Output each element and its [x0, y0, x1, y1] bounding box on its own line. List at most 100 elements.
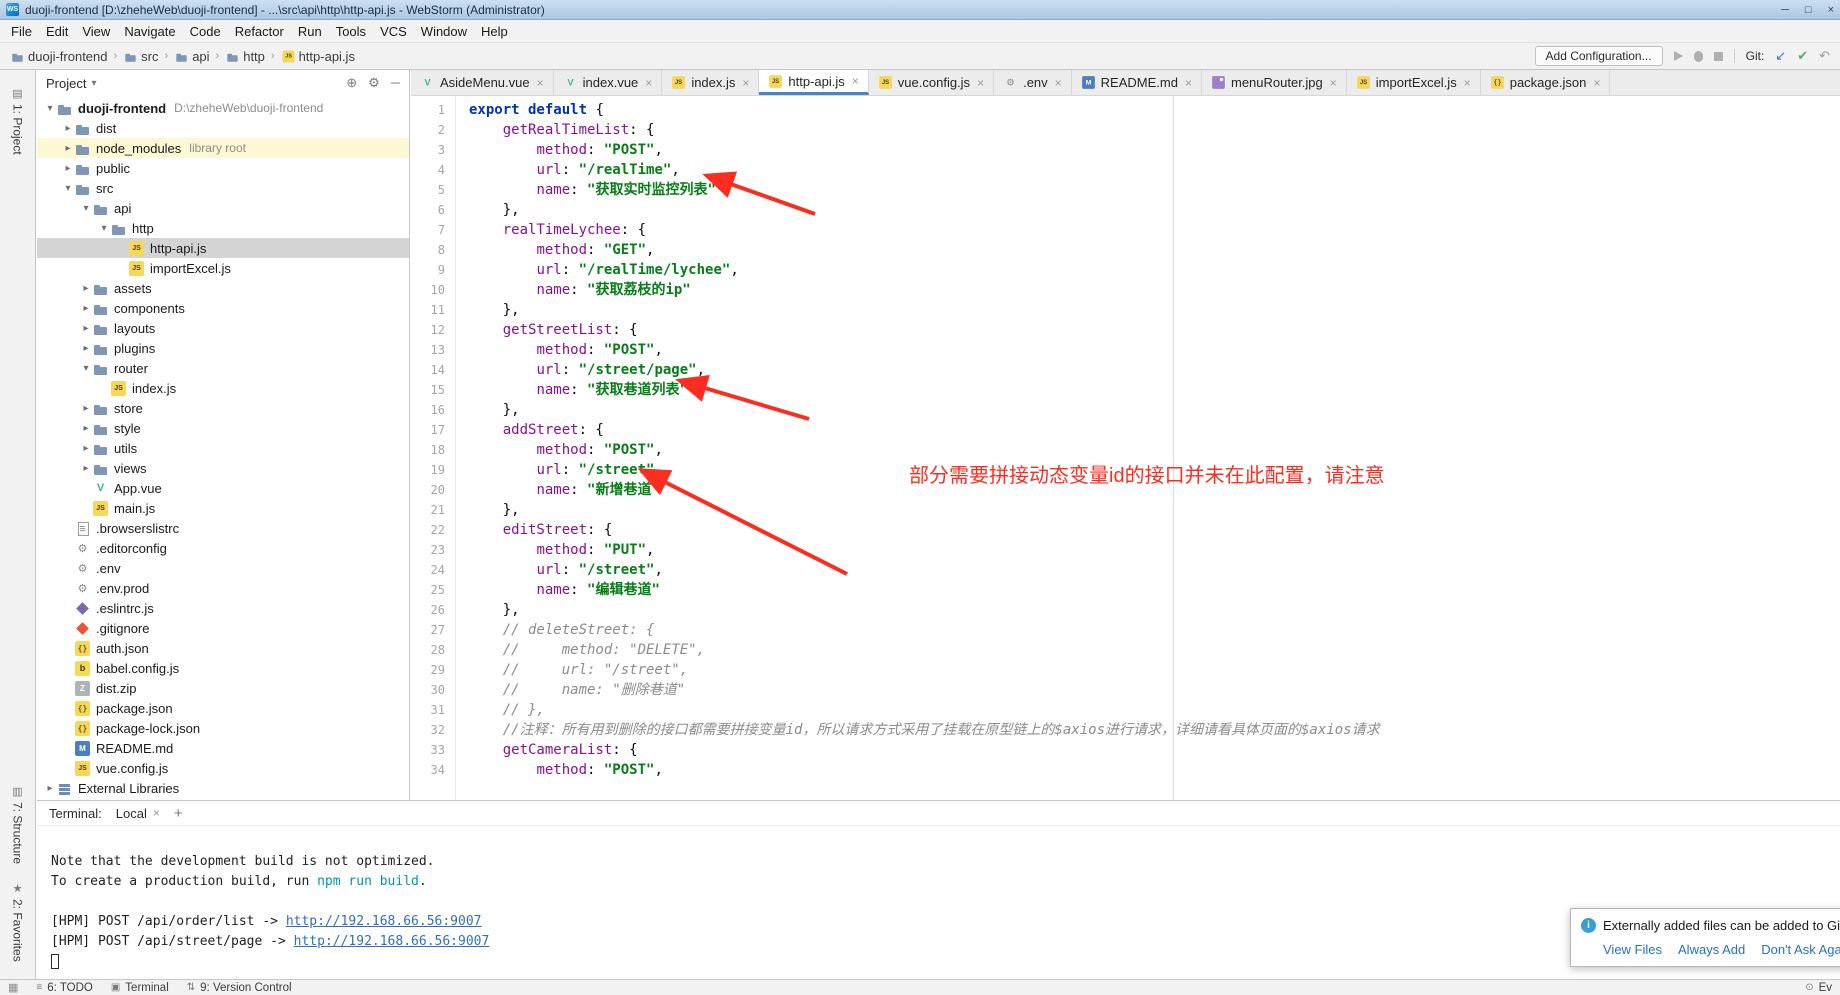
tree-item-style[interactable]: ▸style	[37, 418, 409, 438]
editor-content[interactable]: 1234567891011121314151617181920212223242…	[411, 96, 1840, 800]
tree-item-http[interactable]: ▾http	[37, 218, 409, 238]
close-button[interactable]: ×	[1828, 4, 1834, 16]
tree-item-auth-json[interactable]: auth.json	[37, 638, 409, 658]
code-line-14[interactable]: url: "/street/page",	[469, 360, 1840, 380]
chevron-right-icon[interactable]: ▸	[61, 163, 75, 174]
chevron-right-icon[interactable]: ▸	[79, 423, 93, 434]
code-line-26[interactable]: },	[469, 600, 1840, 620]
tree-item-assets[interactable]: ▸assets	[37, 278, 409, 298]
chevron-down-icon[interactable]: ▾	[79, 363, 93, 374]
tree-item-layouts[interactable]: ▸layouts	[37, 318, 409, 338]
breadcrumb-item-http[interactable]: http	[225, 49, 265, 64]
code-line-22[interactable]: editStreet: {	[469, 520, 1840, 540]
debug-icon[interactable]	[1694, 51, 1703, 62]
tab-close-icon[interactable]: ×	[1464, 76, 1471, 90]
tree-item-plugins[interactable]: ▸plugins	[37, 338, 409, 358]
tree-item-external-libraries[interactable]: ▸External Libraries	[37, 778, 409, 798]
menu-file[interactable]: File	[4, 22, 39, 41]
tree-item-browserslistrc[interactable]: .browserslistrc	[37, 518, 409, 538]
tree-item-env[interactable]: .env	[37, 558, 409, 578]
code-line-9[interactable]: url: "/realTime/lychee",	[469, 260, 1840, 280]
menu-edit[interactable]: Edit	[39, 22, 75, 41]
tree-item-gitignore[interactable]: .gitignore	[37, 618, 409, 638]
chevron-right-icon[interactable]: ▸	[79, 463, 93, 474]
chevron-right-icon[interactable]: ▸	[79, 283, 93, 294]
code-line-13[interactable]: method: "POST",	[469, 340, 1840, 360]
editor-tab-index-js[interactable]: index.js×	[662, 70, 759, 95]
tree-item-duoji-frontend[interactable]: ▾duoji-frontendD:\zheheWeb\duoji-fronten…	[37, 98, 409, 118]
tree-item-index-js[interactable]: index.js	[37, 378, 409, 398]
status-right[interactable]: ⊙ Ev	[1805, 982, 1832, 994]
tree-item-src[interactable]: ▾src	[37, 178, 409, 198]
code-line-24[interactable]: url: "/street",	[469, 560, 1840, 580]
tree-item-readme-md[interactable]: README.md	[37, 738, 409, 758]
code-line-18[interactable]: method: "POST",	[469, 440, 1840, 460]
chevron-down-icon[interactable]: ▾	[61, 183, 75, 194]
menu-code[interactable]: Code	[183, 22, 228, 41]
menu-refactor[interactable]: Refactor	[228, 22, 291, 41]
chevron-right-icon[interactable]: ▸	[61, 143, 75, 154]
editor-tab-env[interactable]: .env×	[994, 70, 1072, 95]
code-line-1[interactable]: export default {	[469, 100, 1840, 120]
hide-panel-icon[interactable]: ─	[391, 75, 400, 91]
code-line-25[interactable]: name: "编辑巷道"	[469, 580, 1840, 600]
breadcrumb-item-duoji-frontend[interactable]: duoji-frontend	[10, 49, 108, 64]
tab-close-icon[interactable]: ×	[1185, 76, 1192, 90]
tree-item-dist[interactable]: ▸dist	[37, 118, 409, 138]
editor-tab-asidemenu-vue[interactable]: AsideMenu.vue×	[411, 70, 554, 95]
tab-close-icon[interactable]: ×	[537, 76, 544, 90]
tree-item-components[interactable]: ▸components	[37, 298, 409, 318]
git-commit-icon[interactable]: ✔	[1797, 48, 1808, 64]
terminal-tab-close-icon[interactable]: ×	[153, 806, 160, 820]
menu-vcs[interactable]: VCS	[373, 22, 414, 41]
tree-item-editorconfig[interactable]: .editorconfig	[37, 538, 409, 558]
add-configuration-button[interactable]: Add Configuration...	[1535, 46, 1663, 66]
tree-item-node-modules[interactable]: ▸node_moduleslibrary root	[37, 138, 409, 158]
tree-item-http-api-js[interactable]: http-api.js	[37, 238, 409, 258]
menu-window[interactable]: Window	[414, 22, 474, 41]
code-line-16[interactable]: },	[469, 400, 1840, 420]
status-6-todo[interactable]: ≡6: TODO	[36, 982, 92, 994]
tab-close-icon[interactable]: ×	[852, 74, 859, 88]
chevron-right-icon[interactable]: ▸	[61, 123, 75, 134]
chevron-down-icon[interactable]: ▾	[97, 223, 111, 234]
tree-item-app-vue[interactable]: App.vue	[37, 478, 409, 498]
tree-item-importexcel-js[interactable]: importExcel.js	[37, 258, 409, 278]
notification-action-always-add[interactable]: Always Add	[1678, 942, 1745, 957]
code-line-17[interactable]: addStreet: {	[469, 420, 1840, 440]
code-line-4[interactable]: url: "/realTime",	[469, 160, 1840, 180]
notification-action-view-files[interactable]: View Files	[1603, 942, 1662, 957]
status-terminal[interactable]: ▣Terminal	[111, 982, 169, 994]
terminal-tab-local[interactable]: Local×	[112, 804, 164, 823]
menu-help[interactable]: Help	[474, 22, 515, 41]
chevron-right-icon[interactable]: ▸	[79, 323, 93, 334]
tree-item-views[interactable]: ▸views	[37, 458, 409, 478]
tab-close-icon[interactable]: ×	[742, 76, 749, 90]
code-line-33[interactable]: getCameraList: {	[469, 740, 1840, 760]
notification-action-don-t-ask-agai[interactable]: Don't Ask Agai	[1761, 942, 1840, 957]
tree-item-vue-config-js[interactable]: vue.config.js	[37, 758, 409, 778]
stop-icon[interactable]	[1714, 52, 1723, 61]
code-line-7[interactable]: realTimeLychee: {	[469, 220, 1840, 240]
menu-view[interactable]: View	[75, 22, 117, 41]
tree-item-env-prod[interactable]: .env.prod	[37, 578, 409, 598]
code-line-27[interactable]: // deleteStreet: {	[469, 620, 1840, 640]
code-line-31[interactable]: // },	[469, 700, 1840, 720]
breadcrumb-item-api[interactable]: api	[174, 49, 209, 64]
chevron-down-icon[interactable]: ▾	[79, 203, 93, 214]
code-line-30[interactable]: // name: "删除巷道"	[469, 680, 1840, 700]
tab-close-icon[interactable]: ×	[1055, 76, 1062, 90]
menu-navigate[interactable]: Navigate	[117, 22, 182, 41]
code-line-6[interactable]: },	[469, 200, 1840, 220]
new-terminal-icon[interactable]: +	[174, 805, 183, 822]
editor-tab-vue-config-js[interactable]: vue.config.js×	[869, 70, 994, 95]
settings-icon[interactable]: ⚙	[368, 75, 380, 91]
event-log-icon[interactable]: ⊙	[1805, 982, 1813, 993]
breadcrumb-item-src[interactable]: src	[123, 49, 158, 64]
code-line-23[interactable]: method: "PUT",	[469, 540, 1840, 560]
editor-tab-importexcel-js[interactable]: importExcel.js×	[1347, 70, 1481, 95]
code-line-21[interactable]: },	[469, 500, 1840, 520]
tree-item-public[interactable]: ▸public	[37, 158, 409, 178]
locate-file-icon[interactable]: ⊕	[346, 75, 357, 91]
git-update-icon[interactable]: ↙	[1775, 48, 1786, 64]
